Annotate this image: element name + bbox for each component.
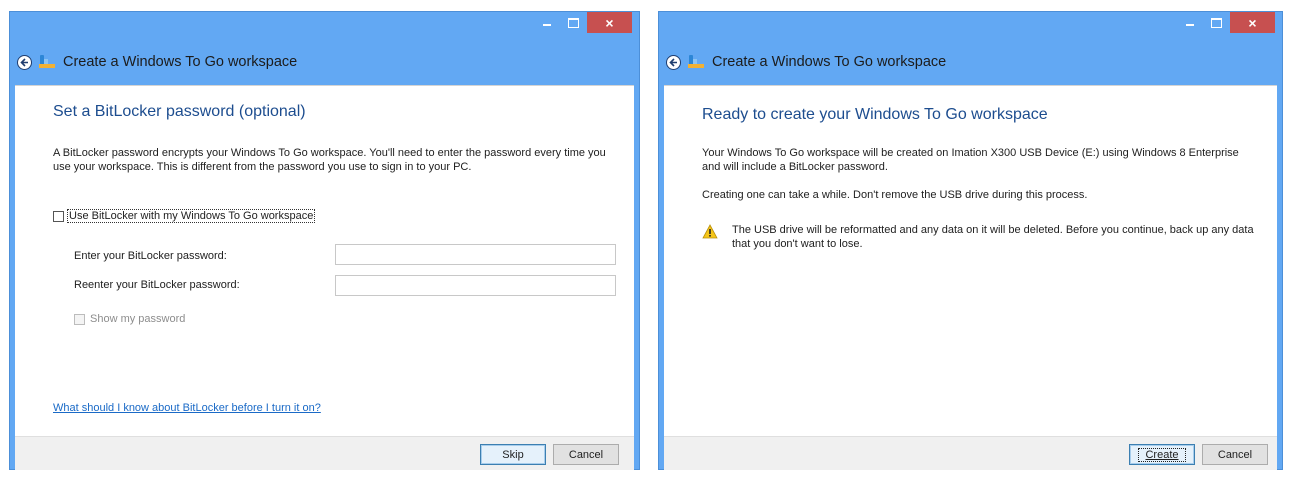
maximize-icon [568,17,579,28]
create-button-label: Create [1138,447,1186,462]
caption-controls: × [1176,12,1275,33]
caption-controls: × [533,12,632,33]
wizard-title: Create a Windows To Go workspace [712,54,947,70]
window-ready-to-create: × Create a Windows To Go workspace Ready… [658,11,1283,470]
windows-to-go-icon [39,55,57,69]
show-password-checkbox[interactable] [74,313,85,325]
back-button[interactable] [17,54,32,70]
back-button[interactable] [666,54,681,70]
windows-to-go-icon [688,55,706,69]
maximize-button[interactable] [1203,12,1230,33]
wizard-header: Create a Windows To Go workspace [659,47,1282,77]
close-icon: × [1248,14,1257,31]
create-button[interactable]: Create [1129,444,1195,465]
use-bitlocker-checkbox[interactable] [53,210,64,222]
show-password-checkbox-row[interactable]: Show my password [74,313,185,325]
back-arrow-icon [20,57,28,67]
summary-text: Your Windows To Go workspace will be cre… [702,147,1239,173]
minimize-button[interactable] [533,12,560,33]
back-arrow-icon [669,57,677,67]
title-bar[interactable]: × [659,12,1282,42]
wizard-title: Create a Windows To Go workspace [63,54,298,70]
close-button[interactable]: × [587,12,632,33]
warning-icon [702,224,718,239]
wizard-footer: Create Cancel [664,436,1277,470]
wizard-content: Ready to create your Windows To Go works… [664,85,1277,437]
password-input[interactable] [335,244,616,265]
maximize-icon [1211,17,1222,28]
title-bar[interactable]: × [10,12,639,42]
show-password-label: Show my password [90,313,186,325]
use-bitlocker-checkbox-row[interactable]: Use BitLocker with my Windows To Go work… [53,209,316,223]
wizard-content: Set a BitLocker password (optional) A Bi… [15,85,634,437]
skip-button-label: Skip [502,448,524,461]
maximize-button[interactable] [560,12,587,33]
wizard-footer: Skip Cancel [15,436,634,470]
use-bitlocker-label[interactable]: Use BitLocker with my Windows To Go work… [67,209,316,223]
skip-button[interactable]: Skip [480,444,546,465]
cancel-button[interactable]: Cancel [553,444,619,465]
password-label: Enter your BitLocker password: [74,250,227,262]
close-icon: × [605,14,614,31]
reenter-password-label: Reenter your BitLocker password: [74,279,240,291]
minimize-button[interactable] [1176,12,1203,33]
cancel-button-label: Cancel [568,448,604,461]
cancel-button-label: Cancel [1217,448,1253,461]
wizard-header: Create a Windows To Go workspace [10,47,639,77]
duration-note: Creating one can take a while. Don't rem… [702,189,1088,201]
reenter-password-input[interactable] [335,275,616,296]
minimize-icon [542,23,551,26]
cancel-button[interactable]: Cancel [1202,444,1268,465]
bitlocker-description: A BitLocker password encrypts your Windo… [53,147,606,173]
minimize-icon [1185,23,1194,26]
window-bitlocker-password: × Create a Windows To Go workspace Set a… [9,11,640,470]
format-warning: The USB drive will be reformatted and an… [732,224,1254,250]
page-title: Set a BitLocker password (optional) [53,103,306,120]
close-button[interactable]: × [1230,12,1275,33]
page-title: Ready to create your Windows To Go works… [702,106,1048,123]
bitlocker-help-link[interactable]: What should I know about BitLocker befor… [53,402,321,414]
